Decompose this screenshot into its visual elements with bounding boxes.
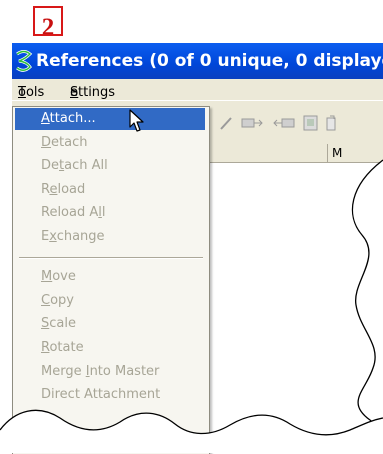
menu-item-mnemonic: x: [49, 229, 57, 244]
menu-tools-rest: ools: [18, 85, 45, 100]
app-logo-icon: [16, 50, 33, 72]
menu-item-label-post: ach All: [64, 158, 108, 173]
column-separator[interactable]: [327, 144, 328, 162]
menu-item-label-post: opy: [50, 293, 74, 308]
menu-item-mnemonic: A: [41, 111, 50, 126]
menu-item-mnemonic: C: [41, 293, 51, 308]
menu-item-label-pre: Merge: [41, 364, 86, 379]
toolbar-icon[interactable]: [270, 115, 296, 131]
window-title: References (0 of 0 unique, 0 displayed): [36, 51, 383, 71]
menu-item-reload-all[interactable]: Reload All: [15, 202, 205, 224]
menu-item-label-post: nto Master: [89, 364, 160, 379]
menu-item-label-pre: E: [41, 229, 50, 244]
menu-item-label-post: ttach...: [49, 111, 96, 126]
menu-item-label-post: ove: [52, 269, 76, 284]
menu-item-merge-into-master[interactable]: Merge Into Master: [15, 361, 205, 383]
menu-item-detach-all[interactable]: Detach All: [15, 155, 205, 177]
menu-item-label-post: change: [56, 229, 105, 244]
menu-item-label-pre: De: [41, 158, 60, 173]
menu-item-label-post: load: [57, 182, 86, 197]
menu-item-scale[interactable]: Scale: [15, 313, 205, 335]
menu-item-label-post: otate: [49, 340, 84, 355]
menu-item-attach[interactable]: Attach...: [15, 108, 205, 130]
menu-item-mnemonic: D: [41, 135, 52, 150]
mouse-pointer-icon: [129, 109, 144, 132]
menu-item-exchange[interactable]: Exchange: [15, 226, 205, 248]
toolbar-icon[interactable]: [218, 115, 236, 131]
toolbar-icon[interactable]: [326, 115, 336, 131]
title-bar: References (0 of 0 unique, 0 displayed): [12, 43, 383, 79]
menu-item-label-pre: Reload A: [41, 205, 99, 220]
column-header-label[interactable]: M: [332, 146, 342, 160]
step-number-badge: 2: [33, 6, 63, 36]
tools-dropdown-menu: Attach... Detach Detach All Reload Reloa…: [12, 106, 210, 454]
menu-item-copy[interactable]: Copy: [15, 290, 205, 312]
menu-settings-rest: ettings: [70, 85, 116, 100]
menu-item-label-post: etach: [51, 135, 88, 150]
menu-item-detach[interactable]: Detach: [15, 132, 205, 154]
menu-item-label-post: Direct Attachment: [41, 387, 161, 402]
menu-item-label-post: cale: [49, 316, 76, 331]
menu-item-label-post: l: [101, 205, 106, 220]
toolbar-icon[interactable]: [302, 115, 320, 131]
menu-separator: [19, 257, 203, 259]
menu-item-direct-attachment[interactable]: Direct Attachment: [15, 384, 205, 406]
menu-item-reload[interactable]: Reload: [15, 179, 205, 201]
menu-item-move[interactable]: Move: [15, 266, 205, 288]
menu-item-rotate[interactable]: Rotate: [15, 337, 205, 359]
menu-bar: Tools Settings: [12, 79, 383, 100]
menu-item-mnemonic: M: [41, 269, 53, 284]
toolbar-icon[interactable]: [240, 115, 266, 131]
